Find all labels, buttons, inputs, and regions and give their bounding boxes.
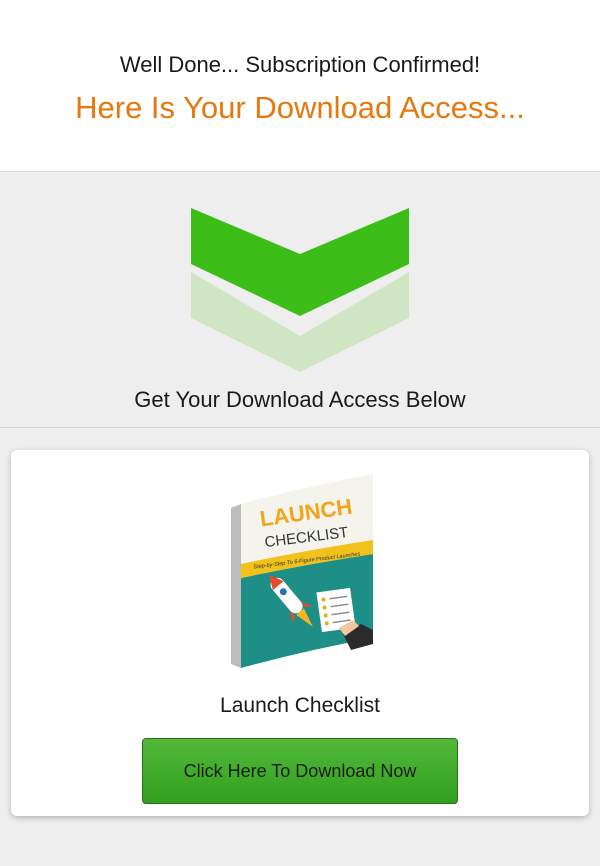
ebook-cover-image: LAUNCH CHECKLIST Step-by-Step To 6-Figur…: [231, 474, 373, 668]
download-caption: Get Your Download Access Below: [134, 387, 466, 412]
page-header: Well Done... Subscription Confirmed! Her…: [0, 0, 600, 172]
download-arrow-band: Get Your Download Access Below: [0, 173, 600, 428]
confirmation-subtitle: Well Done... Subscription Confirmed!: [119, 52, 481, 77]
product-card: LAUNCH CHECKLIST Step-by-Step To 6-Figur…: [11, 450, 589, 816]
double-chevron-down-icon: [191, 208, 409, 372]
download-headline: Here Is Your Download Access...: [75, 90, 525, 125]
download-button[interactable]: Click Here To Download Now: [142, 738, 458, 804]
product-title: Launch Checklist: [220, 694, 380, 717]
